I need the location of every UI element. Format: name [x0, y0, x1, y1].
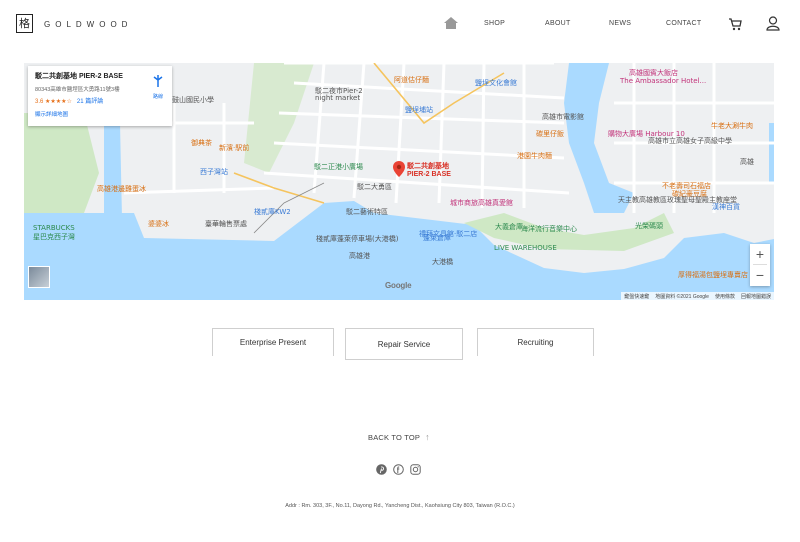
map-place-label[interactable]: 星巴克西子灣 [33, 232, 75, 242]
map-place-label[interactable]: 御典茶 [191, 138, 212, 148]
location-pin-icon[interactable] [393, 161, 405, 177]
user-icon[interactable] [766, 16, 780, 31]
terms-link[interactable]: 使用條款 [715, 293, 735, 300]
nav-contact[interactable]: CONTACT [666, 20, 701, 27]
map-place-label[interactable]: 碳里仔飯 [536, 129, 564, 139]
map-place-label[interactable]: 婆婆冰 [148, 219, 169, 229]
map-place-label[interactable]: night market [315, 94, 360, 102]
tab-recruiting[interactable]: Recruiting [477, 328, 594, 356]
map-place-label[interactable]: 高雄港 [349, 251, 370, 261]
map-place-label[interactable]: 棧貳庫蓬萊停車場(大港橋) [316, 234, 398, 244]
place-card: 駁二共創基地 PIER-2 BASE 80343高雄市鹽埕區大勇路11號3樓 3… [28, 66, 172, 126]
map-place-label[interactable]: 新濱·駅前 [219, 143, 249, 153]
map-place-label[interactable]: 大港橋 [432, 257, 453, 267]
home-icon[interactable] [444, 17, 458, 29]
map-place-label[interactable]: 天主教高雄教區玫瑰聖母聖殿主教座堂 [618, 195, 737, 205]
logo-text[interactable]: GOLDWOOD [44, 20, 132, 29]
reviews-link[interactable]: 21 篇評論 [77, 99, 103, 105]
larger-map-link[interactable]: 顯示詳細地圖 [35, 110, 165, 118]
zoom-out-button[interactable]: − [750, 265, 770, 285]
map-place-label[interactable]: 西子灣站 [200, 167, 228, 177]
street-view-thumbnail[interactable] [28, 266, 50, 288]
map-place-label[interactable]: 大義倉庫 [495, 222, 523, 232]
map-place-label[interactable]: 禮拜文具館·駁二店 [419, 229, 477, 239]
zoom-control: + − [750, 244, 770, 286]
site-header: 格 GOLDWOOD SHOP ABOUT NEWS CONTACT [0, 0, 800, 48]
facebook-icon[interactable] [393, 464, 404, 475]
map-place-label[interactable]: 牛老大涮牛肉 [711, 121, 753, 131]
map-place-label[interactable]: 阿道估仔麵 [394, 75, 429, 85]
back-to-top-link[interactable]: BACK TO TOP ↑ [368, 432, 430, 442]
map-place-label[interactable]: 高雄 [740, 157, 754, 167]
map-place-label[interactable]: 鹽埕文化會館 [475, 78, 517, 88]
map-place-label[interactable]: 海洋流行音樂中心 [521, 224, 577, 234]
place-rating: 3.6 ★★★★☆ 21 篇評論 [35, 99, 104, 105]
instagram-icon[interactable] [410, 464, 421, 475]
place-title: 駁二共創基地 PIER-2 BASE [35, 73, 123, 80]
map-place-label[interactable]: 光榮碼頭 [635, 221, 663, 231]
map-place-label[interactable]: 臺華輪售票處 [205, 219, 247, 229]
map-place-label[interactable]: 駁二藝術特區 [346, 207, 388, 217]
map-place-label[interactable]: 城市商旅高雄真愛館 [450, 198, 513, 208]
map-place-label[interactable]: 購物大廣場 Harbour 10 [608, 129, 685, 139]
arrow-up-icon: ↑ [425, 432, 430, 442]
embedded-map[interactable]: 駁二共創基地 PIER-2 BASE 80343高雄市鹽埕區大勇路11號3樓 3… [24, 63, 774, 300]
keyboard-shortcuts-link[interactable]: 鍵盤快速鍵 [624, 293, 649, 300]
directions-icon [153, 75, 163, 87]
place-address: 80343高雄市鹽埕區大勇路11號3樓 [35, 87, 120, 93]
logo-mark[interactable]: 格 [16, 14, 33, 33]
map-place-label[interactable]: 港園牛肉麵 [517, 151, 552, 161]
map-place-label[interactable]: 棧貳庫KW2 [254, 207, 291, 217]
social-links [376, 464, 421, 475]
map-place-label[interactable]: 高雄市電影館 [542, 112, 584, 122]
nav-news[interactable]: NEWS [609, 20, 631, 27]
tab-enterprise-present[interactable]: Enterprise Present [212, 328, 334, 356]
map-attribution: 鍵盤快速鍵 地圖資料 ©2021 Google 使用條款 回報地圖錯誤 [621, 292, 774, 300]
zoom-in-button[interactable]: + [750, 244, 770, 264]
company-address: Addr : Rm. 303, 3F., No.11, Dayong Rd., … [285, 503, 515, 509]
tab-repair-service[interactable]: Repair Service [345, 328, 463, 360]
map-place-label[interactable]: 駁二正港小廣場 [314, 162, 363, 172]
map-place-label[interactable]: STARBUCKS [33, 224, 75, 232]
map-place-label[interactable]: 厚得福湯包鹽埕專賣店 [678, 270, 748, 280]
map-place-label[interactable]: LIVE WAREHOUSE [494, 244, 557, 252]
map-place-label[interactable]: The Ambassador Hotel... [620, 77, 706, 85]
report-error-link[interactable]: 回報地圖錯誤 [741, 293, 771, 300]
map-place-label[interactable]: 鼓山國民小學 [172, 95, 214, 105]
pinterest-icon[interactable] [376, 464, 387, 475]
nav-about[interactable]: ABOUT [545, 20, 571, 27]
nav-shop[interactable]: SHOP [484, 20, 505, 27]
map-data-text: 地圖資料 ©2021 Google [655, 294, 709, 300]
pin-label: 駁二共創基地 PIER-2 BASE [407, 163, 451, 178]
map-place-label[interactable]: 高雄港邊雞蛋冰 [97, 184, 146, 194]
map-place-label[interactable]: 鹽埕埔站 [405, 105, 433, 115]
section-tabs: Enterprise Present Repair Service Recrui… [0, 328, 800, 360]
map-place-label[interactable]: 駁二大勇區 [357, 182, 392, 192]
google-logo: Google [385, 281, 412, 290]
directions-button[interactable]: 路線 [150, 74, 166, 100]
cart-icon[interactable] [728, 17, 742, 31]
